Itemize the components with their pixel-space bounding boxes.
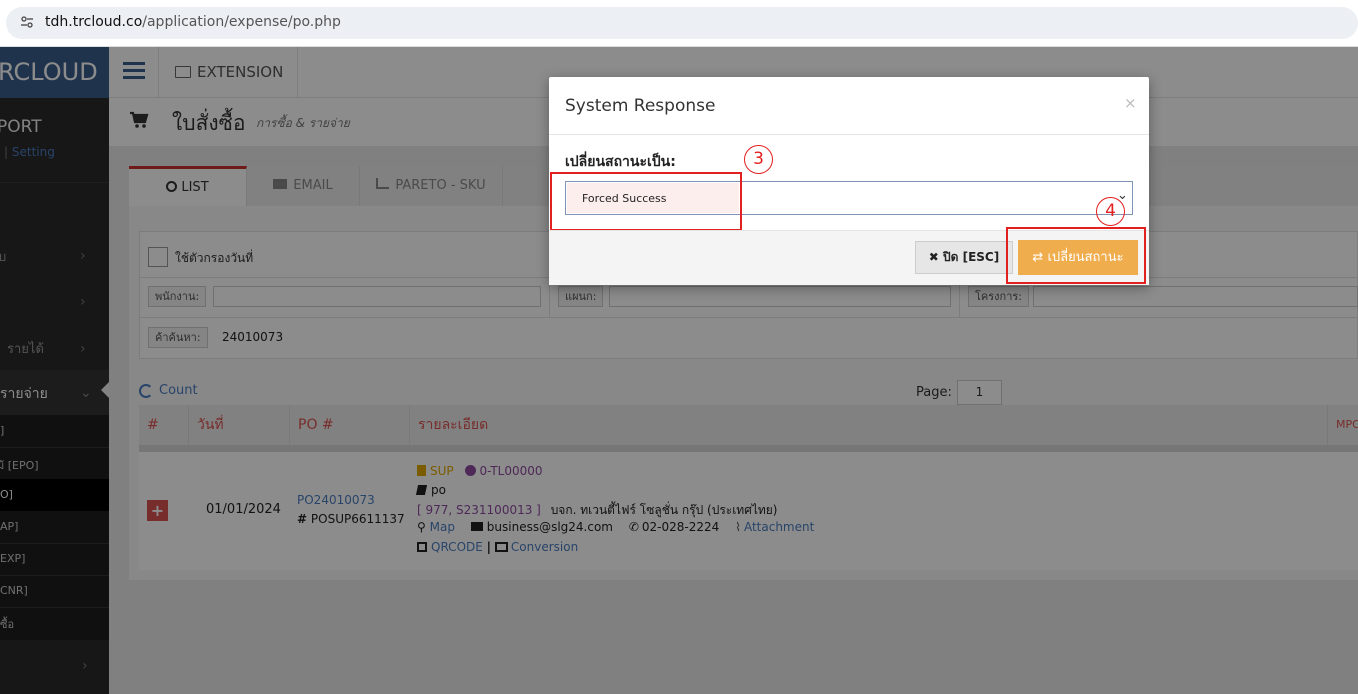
site-info-icon[interactable] (20, 15, 34, 29)
close-button-label: ปิด [ESC] (943, 250, 1000, 264)
url-path: /application/expense/po.php (142, 14, 341, 30)
annotation-box-select (550, 172, 742, 231)
modal-title: System Response (565, 96, 716, 116)
modal-close-icon[interactable]: × (1124, 94, 1137, 112)
annotation-box-button (1006, 227, 1146, 284)
close-x-icon: ✖ (928, 250, 939, 264)
url-domain: tdh.trcloud.co (45, 14, 143, 30)
url-text[interactable]: tdh.trcloud.co/application/expense/po.ph… (45, 14, 341, 30)
step-4-annotation: 4 (1096, 197, 1125, 226)
status-field-label: เปลี่ยนสถานะเป็น: (565, 154, 676, 170)
close-esc-button[interactable]: ✖ ปิด [ESC] (915, 241, 1013, 274)
step-3-annotation: 3 (744, 145, 773, 174)
